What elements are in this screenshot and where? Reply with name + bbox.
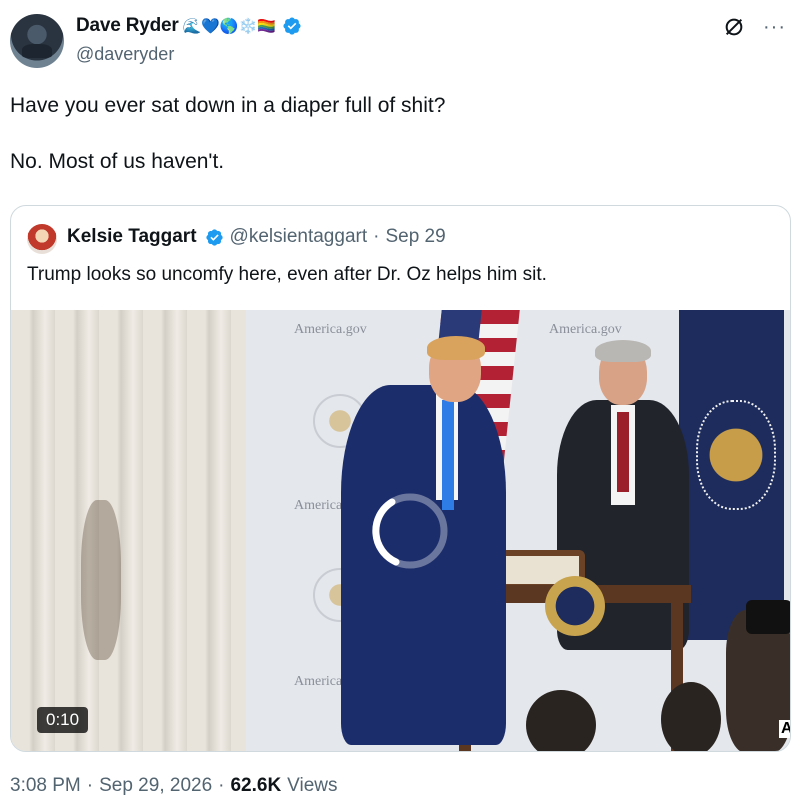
quote-date[interactable]: Sep 29: [385, 226, 445, 248]
author-handle[interactable]: @daveryder: [76, 44, 174, 65]
quoted-tweet[interactable]: Kelsie Taggart @kelsientaggart · Sep 29 …: [10, 205, 791, 752]
person-right-tie: [617, 412, 629, 492]
footer-separator: ·: [86, 775, 94, 796]
quote-display-name[interactable]: Kelsie Taggart: [67, 226, 197, 248]
video-curtain: [11, 310, 246, 751]
more-options-icon[interactable]: ···: [763, 17, 786, 37]
quote-header: Kelsie Taggart @kelsientaggart · Sep 29: [67, 226, 446, 248]
crowd-head: [526, 690, 596, 751]
author-display-name[interactable]: Dave Ryder: [76, 15, 179, 37]
tweet-time[interactable]: 3:08 PM: [10, 775, 81, 797]
quote-author-avatar[interactable]: [27, 224, 57, 254]
tweet-footer: 3:08 PM · Sep 29, 2026 · 62.6K Views: [10, 775, 338, 797]
presidential-eagle: [696, 400, 776, 510]
tweet-top-actions: ···: [723, 16, 786, 38]
verified-badge-icon: [283, 17, 301, 35]
video-corner-logo: A: [779, 720, 790, 738]
quote-handle[interactable]: @kelsientaggart: [230, 226, 368, 248]
desk-seal: [545, 576, 605, 636]
author-name-emojis: 🌊💙🌎❄️🏳️‍🌈: [182, 18, 276, 35]
quote-separator: ·: [373, 226, 380, 247]
views-count: 62.6K: [230, 775, 282, 796]
views-label: Views: [287, 775, 338, 796]
quote-verified-badge-icon: [205, 228, 223, 246]
author-avatar[interactable]: [10, 14, 64, 68]
backdrop-text: America: [294, 498, 343, 513]
footer-separator: ·: [218, 775, 225, 796]
camera-icon: [746, 600, 790, 634]
person-right-hair: [595, 340, 651, 362]
loading-spinner-icon: [372, 493, 448, 569]
video-duration: 0:10: [37, 707, 89, 733]
backdrop-text: America.gov: [549, 322, 622, 337]
person-left-hair: [427, 336, 485, 360]
tweet-text: Have you ever sat down in a diaper full …: [10, 94, 446, 173]
video-curtain-shadow: [81, 500, 121, 660]
tweet-date[interactable]: Sep 29, 2026: [99, 775, 212, 797]
grok-icon[interactable]: [723, 16, 745, 38]
quote-video[interactable]: America.gov America.gov America America.…: [11, 310, 790, 751]
quote-text: Trump looks so uncomfy here, even after …: [27, 264, 547, 285]
crowd-head: [661, 682, 721, 751]
author-name-row: Dave Ryder 🌊💙🌎❄️🏳️‍🌈: [76, 14, 302, 38]
backdrop-text: America.gov: [294, 322, 367, 337]
